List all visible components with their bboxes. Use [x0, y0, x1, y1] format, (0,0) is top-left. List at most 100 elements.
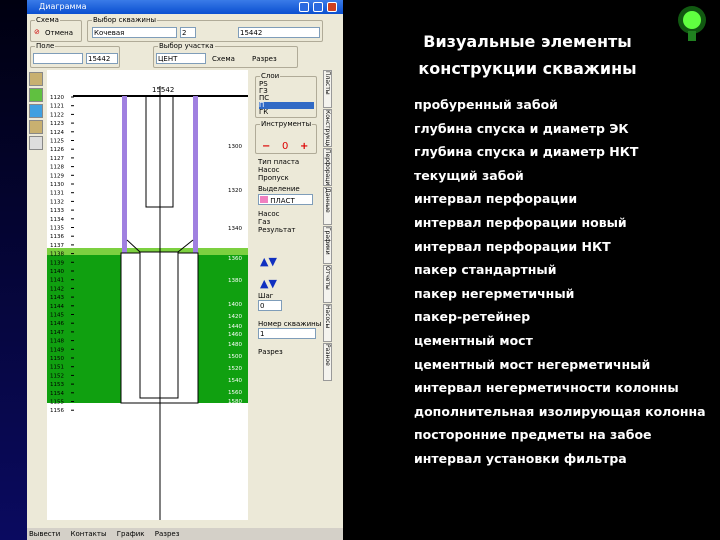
tool-icon[interactable] [29, 120, 43, 134]
option-scheme[interactable]: Схема [212, 55, 235, 63]
well-no-label: Номер скважины [258, 320, 322, 328]
slide-left-background [0, 0, 27, 540]
reset-icon[interactable]: 0 [282, 141, 288, 152]
fill-checkbox[interactable]: Результат [258, 226, 295, 234]
well-no-input[interactable]: 1 [258, 328, 316, 339]
cancel-button[interactable]: Отмена [45, 29, 73, 37]
vertical-tab[interactable]: Конструкция [323, 109, 332, 147]
scheme-group: Схема ⊘ Отмена [30, 16, 82, 42]
list-item: интервал перфорации НКТ [414, 238, 611, 254]
step-input[interactable]: 0 [258, 300, 282, 311]
field-code-select[interactable]: 15442 [86, 53, 118, 64]
vertical-tab[interactable]: Отчеты [323, 265, 332, 303]
right-depth-label: 1420 [228, 314, 242, 320]
status-item[interactable]: График [117, 530, 145, 538]
vertical-tab[interactable]: Пласты [323, 70, 332, 108]
right-depth-label: 1560 [228, 390, 242, 396]
fill-label: Выделение [258, 185, 300, 193]
vertical-tab[interactable]: Перфорация [323, 148, 332, 186]
title-line: Визуальные элементы [423, 32, 632, 51]
vertical-tab[interactable]: Данные [323, 187, 332, 225]
vertical-tabs: Пласты Конструкция Перфорация Данные Графики… [323, 70, 337, 500]
tools-group: Инструменты − 0 + [255, 120, 317, 154]
list-item: глубина спуска и диаметр ЭК [414, 120, 629, 136]
depth-label: 1149 [50, 347, 64, 353]
minimize-button[interactable] [299, 2, 309, 12]
lightbulb-icon [678, 6, 706, 41]
right-depth-label: 1520 [228, 366, 242, 372]
layer-item[interactable]: ГК [259, 109, 314, 116]
list-item: дополнительная изолирующая колонна [414, 403, 706, 419]
section-group: Выбор участка ЦЕНТ Схема Разрез [153, 42, 298, 68]
fill-select[interactable]: ПЛАСТ [258, 194, 313, 205]
well-code-select[interactable]: 15442 [238, 27, 320, 38]
depth-label: 1142 [50, 286, 64, 292]
left-toolbar [27, 70, 45, 152]
depth-label: 1138 [50, 252, 64, 258]
depth-label: 1137 [50, 243, 64, 249]
well-select[interactable]: Кочевая [92, 27, 177, 38]
right-depth-label: 1340 [228, 226, 242, 232]
num-input[interactable]: 2 [180, 27, 196, 38]
minus-icon[interactable]: − [262, 141, 270, 152]
mode-radio[interactable]: Пропуск [258, 174, 289, 182]
layers-group: Слои PS ГЗ ПС П ГК [255, 72, 317, 118]
depth-label: 1129 [50, 173, 64, 179]
title-bar: Диаграмма [27, 0, 343, 14]
right-depth-label: 1300 [228, 144, 242, 150]
depth-label: 1147 [50, 330, 64, 336]
list-item: интервал перфорации новый [414, 214, 627, 230]
field-select[interactable] [33, 53, 83, 64]
list-item: пакер негерметичный [414, 285, 575, 301]
maximize-button[interactable] [313, 2, 323, 12]
slide-title: Визуальные элементы конструкции скважины [380, 28, 675, 82]
depth-label: 1143 [50, 295, 64, 301]
tool-icon[interactable] [29, 88, 43, 102]
depth-label: 1123 [50, 121, 64, 127]
title-line: конструкции скважины [418, 59, 637, 78]
right-depth-label: 1540 [228, 378, 242, 384]
close-button[interactable] [327, 2, 337, 12]
fill-radio[interactable]: Насос [258, 210, 280, 218]
option-section[interactable]: Разрез [252, 55, 277, 63]
layer-item[interactable]: ПС [259, 95, 314, 102]
status-item[interactable]: Вывести [29, 530, 60, 538]
well-svg: 1120 1121 1122 1123 1124 1125 1126 1127 1128 1129… [47, 86, 248, 520]
plus-icon[interactable]: + [300, 141, 308, 152]
right-depth-label: 1580 [228, 399, 242, 405]
vertical-tab[interactable]: Насосы [323, 304, 332, 342]
mode-label: Тип пласта [258, 158, 300, 166]
depth-label: 1135 [50, 226, 64, 232]
tool-icon[interactable] [29, 104, 43, 118]
vertical-tab[interactable]: Графики [323, 226, 332, 264]
depth-label: 1145 [50, 313, 64, 319]
right-depth-label: 1380 [228, 278, 242, 284]
list-item: глубина спуска и диаметр НКТ [414, 144, 639, 160]
depth-label: 1139 [50, 260, 64, 266]
tool-icon[interactable] [29, 136, 43, 150]
right-depth-label: 1320 [228, 188, 242, 194]
up-down-arrows[interactable]: ▲▼ [260, 255, 277, 268]
status-item[interactable]: Контакты [70, 530, 106, 538]
list-item: интервал негерметичности колонны [414, 380, 679, 396]
right-depth-label: 1400 [228, 302, 242, 308]
print-label[interactable]: Разрез [258, 348, 283, 356]
section-select[interactable]: ЦЕНТ [156, 53, 206, 64]
depth-label: 1148 [50, 339, 64, 345]
depth-label: 1140 [50, 269, 64, 275]
depth-label: 1124 [50, 130, 64, 136]
up-down-arrows[interactable]: ▲▼ [260, 277, 277, 290]
list-item: текущий забой [414, 167, 524, 183]
depth-label: 1120 [50, 95, 64, 101]
depth-label: 1154 [50, 391, 64, 397]
list-item: цементный мост негерметичный [414, 356, 651, 372]
vertical-tab[interactable]: Разное [323, 343, 332, 381]
mode-radio[interactable]: Насос [258, 166, 280, 174]
status-item[interactable]: Разрез [155, 530, 180, 538]
casing-wall-right [193, 96, 198, 253]
app-window: Диаграмма Схема ⊘ Отмена Выбор скважины … [27, 0, 343, 540]
diagram-header: 15542 [152, 86, 174, 94]
tool-icon[interactable] [29, 72, 43, 86]
right-depth-label: 1480 [228, 342, 242, 348]
fill-radio[interactable]: Газ [258, 218, 270, 226]
